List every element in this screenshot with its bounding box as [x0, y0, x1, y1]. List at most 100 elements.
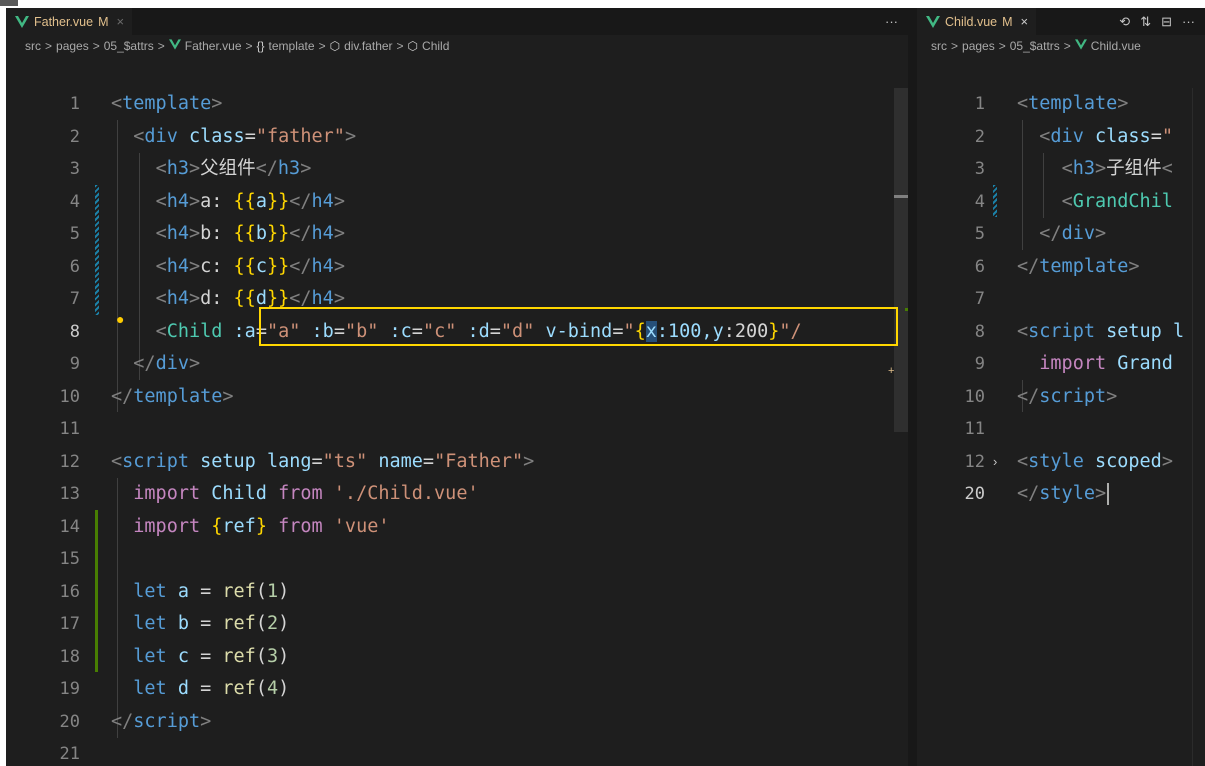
split-editor-icon[interactable]: ⊟ — [1161, 14, 1172, 30]
code-token: </ — [1017, 483, 1040, 504]
code-line: 3 <h3>子组件< — [917, 153, 1205, 186]
fold-chevron-icon[interactable]: › — [993, 446, 997, 479]
breadcrumb-item[interactable]: ⬡ div.father — [330, 39, 393, 53]
tab-father-vue[interactable]: Father.vue M × — [6, 8, 133, 35]
code-token: let — [133, 678, 167, 699]
code-token: d: — [200, 288, 234, 309]
code-token: "Father" — [434, 450, 524, 472]
line-number: 3 — [974, 159, 985, 179]
code-token: script — [1028, 320, 1095, 342]
more-actions-icon[interactable]: ··· — [885, 14, 898, 29]
code-token: ) — [278, 678, 290, 699]
close-icon[interactable]: × — [1021, 14, 1029, 29]
code-token: > — [1106, 385, 1118, 407]
code-token: > — [222, 385, 234, 407]
breadcrumb-item[interactable]: 05_$attrs — [1010, 39, 1060, 53]
code-line: 15 — [6, 543, 908, 576]
element-icon: ⬡ — [407, 39, 419, 53]
code-text: <template> — [111, 88, 222, 121]
code-token: {{ — [233, 255, 256, 277]
more-actions-icon[interactable]: ··· — [1182, 14, 1195, 29]
code-token: { — [211, 515, 223, 537]
code-token: < — [1017, 93, 1029, 114]
code-token: ref — [222, 580, 256, 602]
history-icon[interactable]: ⟲ — [1119, 14, 1130, 30]
code-token: ) — [278, 613, 290, 634]
breadcrumb-item[interactable]: 05_$attrs — [104, 39, 154, 53]
code-editor[interactable]: 1 <template> 2 <div class="father"> 3 <h3>父… — [6, 88, 908, 766]
code-token: style — [1028, 450, 1084, 472]
breadcrumb-item[interactable]: ⬡ Child — [408, 39, 450, 53]
highlight-annotation-box — [259, 307, 898, 346]
code-token: b: — [200, 223, 234, 244]
code-token: template — [1028, 93, 1118, 114]
code-token: > — [1128, 255, 1140, 277]
tab-child-vue[interactable]: Child.vue M × — [917, 8, 1037, 35]
editor-actions: ⟲ ⇅ ⊟ ··· — [1109, 8, 1195, 35]
code-line: 10 </script> — [917, 381, 1205, 414]
breadcrumb-item[interactable]: src — [25, 39, 41, 53]
breadcrumb-item[interactable]: {} template — [257, 39, 315, 53]
scrollbar-thumb[interactable] — [894, 88, 908, 432]
line-number: 11 — [964, 419, 985, 439]
code-token: GrandChil — [1072, 190, 1173, 212]
line-number: 6 — [69, 256, 80, 277]
breadcrumb-item[interactable]: pages — [56, 39, 89, 53]
code-token: setup — [200, 450, 256, 472]
code-token: from — [278, 515, 323, 537]
code-text: import Grand — [1017, 348, 1173, 381]
code-token: h4 — [166, 288, 189, 309]
breadcrumb-separator: > — [998, 39, 1006, 53]
code-token: 'vue' — [333, 515, 390, 537]
breadcrumb-item[interactable]: Child.vue — [1074, 39, 1141, 53]
code-editor[interactable]: 1 <template> 2 <div class=" 3 <h3>子组件< 4 <Gr… — [917, 88, 1205, 766]
breadcrumb-label: Child.vue — [1090, 39, 1141, 53]
code-token: script — [133, 710, 201, 732]
code-token: > — [333, 255, 345, 277]
code-line: 3 <h3>父组件</h3> — [6, 153, 908, 186]
line-number: 7 — [69, 289, 80, 309]
code-token: > — [200, 710, 212, 732]
breadcrumb-item[interactable]: Father.vue — [168, 39, 242, 53]
close-icon[interactable]: × — [117, 14, 125, 29]
breadcrumb-label: div.father — [344, 39, 393, 53]
code-token: h4 — [166, 190, 189, 212]
lightbulb-icon[interactable]: ● — [116, 311, 124, 327]
code-line: 16 let a = ref(1) — [6, 576, 908, 609]
editor-split-divider[interactable] — [908, 8, 917, 766]
code-token: </ — [133, 353, 156, 374]
code-token: > — [188, 190, 201, 212]
line-number: 15 — [59, 549, 80, 569]
code-token: h4 — [166, 255, 189, 277]
code-token: > — [188, 255, 201, 277]
line-number: 10 — [964, 386, 985, 407]
breadcrumb-item[interactable]: src — [931, 39, 947, 53]
code-token: </ — [111, 385, 134, 407]
line-number: 2 — [69, 126, 80, 147]
breadcrumb-item[interactable]: pages — [962, 39, 995, 53]
code-line: 7 — [917, 283, 1205, 316]
code-text: import {ref} from 'vue' — [111, 511, 390, 544]
code-token: h3 — [166, 158, 189, 179]
code-token: c: — [200, 255, 234, 277]
code-token: template — [133, 385, 223, 407]
compare-changes-icon[interactable]: ⇅ — [1140, 14, 1151, 30]
line-number: 7 — [974, 289, 985, 309]
left-tab-bar: Father.vue M × ··· — [6, 8, 908, 35]
code-line: 20 </style> — [917, 478, 1205, 511]
code-token: </ — [289, 223, 312, 244]
code-text: </template> — [111, 381, 234, 414]
scrollbar-track[interactable] — [1192, 88, 1205, 766]
code-token: l — [1172, 320, 1185, 342]
breadcrumb-separator: > — [157, 39, 165, 53]
